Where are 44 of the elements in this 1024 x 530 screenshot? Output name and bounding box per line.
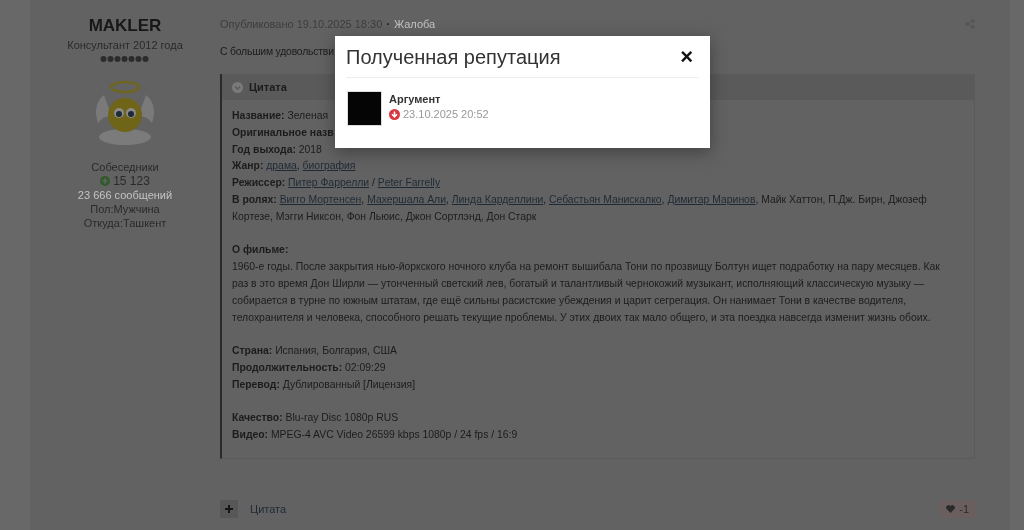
post-count: 23 666 сообщений [77,188,173,202]
quote-line: Жанр: драма, биография [232,159,356,174]
quote-link[interactable]: Себастьян Манискалко [548,194,662,205]
author-rank: Консультант 2012 года [67,38,183,52]
photo-placeholder [347,91,382,126]
quote-link[interactable]: Махершала Али [367,194,446,205]
quote-line: Видео: MPEG-4 AVC Video 26599 kbps 1080p / 24 fps / 16:9 [232,428,518,443]
heart-icon [946,505,956,513]
author-name[interactable]: MAKLER [88,16,162,36]
dialog-title: Полученная репутация [346,46,561,69]
chevron-circle-icon[interactable] [232,81,243,93]
report-link[interactable]: Жалоба [393,18,436,30]
plus-circle-icon [100,176,111,186]
quote-line: Режиссер: Питер Фаррелли / Peter Farrelly [232,176,441,191]
quote-line: Продолжительность: 02:09:29 [232,360,386,375]
rank-pips-icon [100,55,150,63]
multiquote-button[interactable] [220,500,238,518]
quote-link[interactable]: биография [302,160,356,172]
quote-line: Название: Зеленая [232,109,329,123]
quote-line: В ролях: Вигго Мортенсен, Махершала Али, Линда Карделлини, Себастьян Манискалко, Димитар Маринов, Майк Хаттон, П.Дж. Бирн, Джозеф Кортезе, Мэгги Никсон, Фон Льюис, Джон Сортлэнд, Дон Старк [232,193,928,224]
reputation-count: 15 123 [113,174,150,188]
quote-line: Оригинальное назв [232,125,334,140]
quote-link[interactable]: драма [266,160,297,172]
quote-line: Перевод: Дублированный [Лицензия] [232,377,416,392]
plus-icon [225,505,233,513]
reputation-date: 23.10.2025 20:52 [403,108,489,120]
author-gender: Пол:Мужчина [90,202,160,216]
quote-line: О фильме: [232,243,289,258]
post-text: С большим удовольстви [220,45,334,59]
quote-link[interactable]: Питер Фаррелли [288,177,370,189]
down-arrow-circle-icon [389,108,400,120]
quote-line: 1960-е годы. После закрытия нью-йоркского ночного клуба на ремонт вышибала Тони по прозвищу Болтун ищет подработку на пару месяцев. Как раз в это время Дон Ширли — утонченный светский лев, богатый и талантливый чернокожий музыкант, исполняющий классическую музыку — собирается в турне по южным штатам, где ещё сильны расистские убеждения и царит сегрегация. Он нанимает Тони в качестве водителя, телохранителя и человека, способного решать текущие проблемы. У этих двоих так мало общего, и эта поездка навсегда изменит жизнь обоих. [232,260,941,325]
meta-separator: · [386,18,390,30]
quote-line: Год выхода: 2018 [232,142,322,157]
author-location: Откуда:Ташкент [83,216,167,230]
quote-title: Цитата [249,81,287,93]
quote-link[interactable]: Peter Farrelly [377,177,441,189]
quote-line: Страна: Испания, Болгария, США [232,344,397,359]
user-name[interactable]: Аргумент [389,93,489,105]
quote-line: Качество: Blu-ray Disc 1080p RUS [232,411,399,426]
quote-button[interactable]: Цитата [250,503,287,515]
author-group: Собеседники [91,161,159,174]
reaction-button[interactable]: -1 [940,500,975,518]
close-button[interactable]: × [674,45,699,68]
